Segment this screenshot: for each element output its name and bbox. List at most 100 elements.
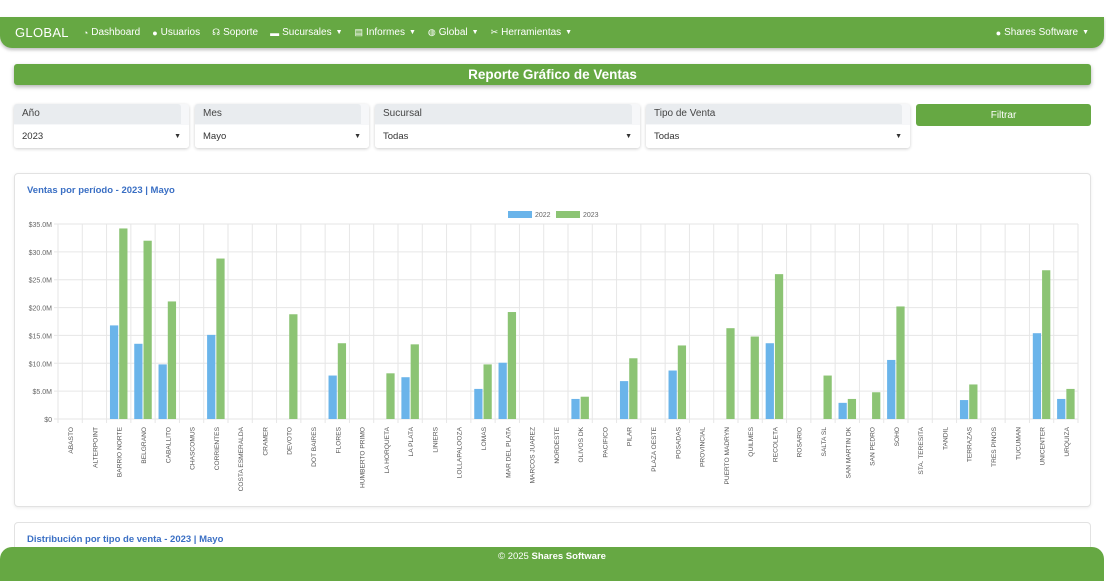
x-tick-label: MARCOS JUAREZ	[530, 427, 537, 483]
bar-2022	[474, 388, 483, 419]
nav-informes-label: Informes	[366, 27, 405, 38]
bar-2022	[134, 343, 143, 419]
sale-type-select[interactable]: Todas ▼	[646, 125, 910, 148]
x-tick-label: URQUIZA	[1064, 426, 1071, 456]
bar-2022	[1057, 398, 1066, 419]
bar-2023	[677, 345, 687, 419]
bar-2022	[887, 359, 896, 419]
nav-dashboard-label: Dashboard	[91, 27, 141, 38]
month-select[interactable]: Mayo ▼	[195, 125, 369, 148]
sales-bar-chart: $0 $5.0M $10.0M $15.0M $20.0M $25.0M $30.0M $35…	[29, 211, 1079, 491]
bar-2023	[507, 312, 517, 419]
nav-usuarios[interactable]: ● Usuarios	[152, 27, 200, 38]
x-tick-label: MAR DEL PLATA	[505, 426, 512, 477]
account-menu[interactable]: ● Shares Software ▼	[996, 27, 1089, 38]
bar-2022	[207, 334, 216, 419]
bar-2023	[386, 373, 395, 419]
month-select-value: Mayo	[203, 131, 227, 142]
bar-2023	[410, 344, 419, 419]
top-navbar: GLOBAL ◔ Dashboard ● Usuarios ☊ Soporte ▬ Su…	[0, 17, 1104, 48]
x-tick-label: NORDESTE	[554, 426, 561, 463]
chevron-down-icon: ▼	[408, 29, 416, 36]
tools-icon: ✂	[490, 27, 499, 37]
x-tick-label: BARRIO NORTE	[117, 426, 124, 477]
legend-label: 2023	[583, 212, 599, 219]
legend-swatch-2022	[508, 211, 532, 218]
distribution-card-title: Distribución por tipo de venta - 2023 | …	[27, 534, 224, 545]
x-tick-label: ROSARIO	[797, 427, 804, 457]
x-tick-label: ALTERPOINT	[92, 427, 99, 468]
bar-2023	[143, 240, 152, 419]
page-title: Reporte Gráfico de Ventas	[14, 64, 1091, 85]
branch-filter-label: Sucursal	[375, 104, 632, 124]
bar-2023	[483, 364, 492, 419]
year-select-value: 2023	[22, 131, 44, 142]
bar-2022	[158, 364, 167, 419]
chevron-down-icon: ▼	[625, 133, 632, 140]
bar-2022	[959, 400, 969, 419]
x-tick-label: CABALLITO	[165, 427, 172, 463]
x-tick-label: TRES PINOS	[991, 426, 998, 467]
bar-2023	[289, 314, 298, 419]
x-tick-label: PACIFICO	[602, 427, 609, 458]
bar-2022	[838, 402, 847, 419]
chevron-down-icon: ▼	[335, 29, 343, 36]
file-icon: ▤	[354, 27, 364, 37]
y-tick-label: $0	[44, 417, 52, 424]
x-tick-label: PLAZA OESTE	[651, 426, 658, 471]
nav-soporte-label: Soporte	[223, 27, 259, 38]
nav-dashboard[interactable]: ◔ Dashboard	[83, 27, 140, 38]
y-tick-label: $10.0M	[29, 361, 53, 368]
x-tick-label: COSTA ESMERALDA	[238, 426, 245, 491]
bar-2023	[847, 398, 857, 419]
x-tick-label: PROVINCIAL	[700, 427, 707, 467]
bar-2023	[823, 375, 832, 419]
x-tick-label: TUCUMAN	[1015, 427, 1022, 460]
bar-2022	[328, 375, 337, 419]
bar-2022	[1032, 333, 1042, 419]
x-tick-label: SAN MARTIN DK	[845, 426, 852, 478]
bar-2023	[750, 336, 759, 419]
nav-informes[interactable]: ▤ Informes ▼	[355, 27, 416, 38]
brand-logo[interactable]: GLOBAL	[15, 25, 69, 40]
nav-soporte[interactable]: ☊ Soporte	[212, 27, 258, 38]
x-tick-label: HUMBERTO PRIMO	[360, 427, 367, 488]
chevron-down-icon: ▼	[565, 29, 573, 36]
bar-2023	[337, 343, 347, 419]
branch-select[interactable]: Todas ▼	[375, 125, 640, 148]
bar-2023	[629, 358, 638, 419]
x-tick-label: SALTA SL	[821, 427, 828, 457]
bar-2022	[571, 398, 580, 419]
bar-2023	[872, 392, 881, 419]
nav-usuarios-label: Usuarios	[160, 27, 201, 38]
bar-2022	[498, 362, 507, 419]
support-icon: ☊	[212, 27, 221, 37]
sale-type-filter-label: Tipo de Venta	[646, 104, 902, 124]
y-tick-label: $35.0M	[29, 222, 53, 229]
bar-2023	[167, 301, 177, 419]
month-filter-label: Mes	[195, 104, 361, 124]
sale-type-select-value: Todas	[654, 131, 680, 142]
x-tick-label: SOHO	[894, 427, 901, 446]
account-label: Shares Software	[1004, 27, 1079, 38]
x-tick-label: CRAMER	[262, 427, 269, 456]
nav-global[interactable]: ◍ Global ▼	[428, 27, 479, 38]
bar-2022	[109, 325, 119, 419]
x-tick-label: BELGRANO	[141, 427, 148, 464]
x-tick-label: POSADAS	[675, 426, 682, 458]
bar-2023	[969, 384, 978, 419]
branch-select-value: Todas	[383, 131, 409, 142]
legend-label: 2022	[535, 212, 551, 219]
nav-sucursales[interactable]: ▬ Sucursales ▼	[270, 27, 342, 38]
x-tick-label: SAN PEDRO	[870, 427, 877, 466]
x-tick-label: PUERTO MADRYN	[724, 427, 731, 485]
chevron-down-icon: ▼	[354, 133, 361, 140]
nav-herramientas[interactable]: ✂ Herramientas ▼	[491, 27, 573, 38]
bar-2023	[896, 306, 905, 419]
globe-icon: ◍	[427, 27, 436, 37]
year-select[interactable]: 2023 ▼	[14, 125, 189, 148]
filter-button[interactable]: Filtrar	[916, 104, 1091, 126]
nav-global-label: Global	[438, 27, 468, 38]
bar-2022	[619, 381, 629, 419]
bar-2023	[580, 396, 589, 419]
